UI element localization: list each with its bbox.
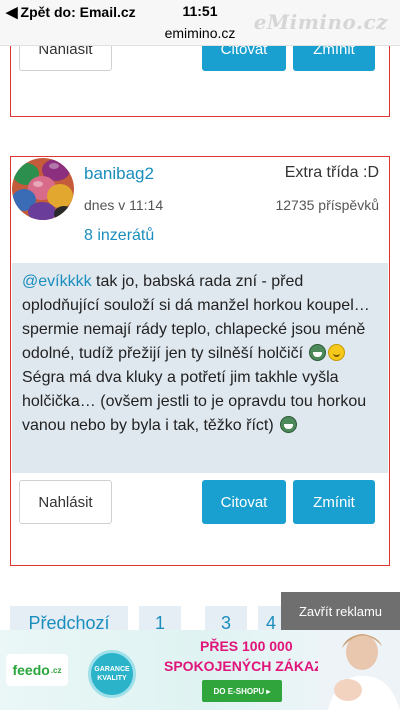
post-date: dnes v 11:14 — [84, 197, 164, 213]
quality-seal-icon: GARANCE KVALITY — [88, 650, 136, 698]
avatar[interactable] — [12, 158, 74, 220]
seal-text-2: KVALITY — [97, 675, 127, 682]
ad-headline-1: PŘES 100 000 — [200, 638, 293, 654]
grin-icon — [309, 344, 327, 361]
smile-icon — [328, 344, 346, 361]
ad-photo-image — [318, 630, 400, 710]
avatar-image — [12, 158, 74, 220]
quote-button[interactable]: Citovat — [202, 480, 286, 524]
seal-text-1: GARANCE — [94, 666, 130, 673]
post-body: @evíkkkk tak jo, babská rada zní - před … — [12, 263, 388, 473]
ad-cta-button[interactable]: DO E-SHOPU ▸ — [202, 680, 282, 702]
ad-brand-suffix: .cz — [50, 665, 62, 675]
forum-post: banibag2 Extra třída :D dnes v 11:14 127… — [10, 156, 390, 566]
ad-brand: feedo — [12, 662, 50, 678]
report-button[interactable]: Nahlásit — [19, 480, 112, 524]
feedo-logo[interactable]: feedo .cz — [6, 654, 68, 686]
mention-button[interactable]: Zmínit — [293, 480, 375, 524]
user-rank: Extra třída :D — [284, 164, 379, 181]
close-ad-button[interactable]: Zavřít reklamu — [281, 592, 400, 630]
ad-banner[interactable]: feedo .cz GARANCE KVALITY PŘES 100 000 SP… — [0, 630, 400, 710]
author-name-link[interactable]: banibag2 — [84, 164, 154, 184]
mention-link[interactable]: @evíkkkk — [22, 273, 92, 290]
site-logo[interactable]: eMimino.cz — [254, 10, 388, 34]
user-ads-link[interactable]: 8 inzerátů — [84, 227, 154, 245]
post-count: 12735 příspěvků — [275, 197, 379, 213]
grin-icon — [280, 416, 298, 433]
post-text-part2: Ségra má dva kluky a potřetí jim takhle … — [22, 369, 367, 434]
